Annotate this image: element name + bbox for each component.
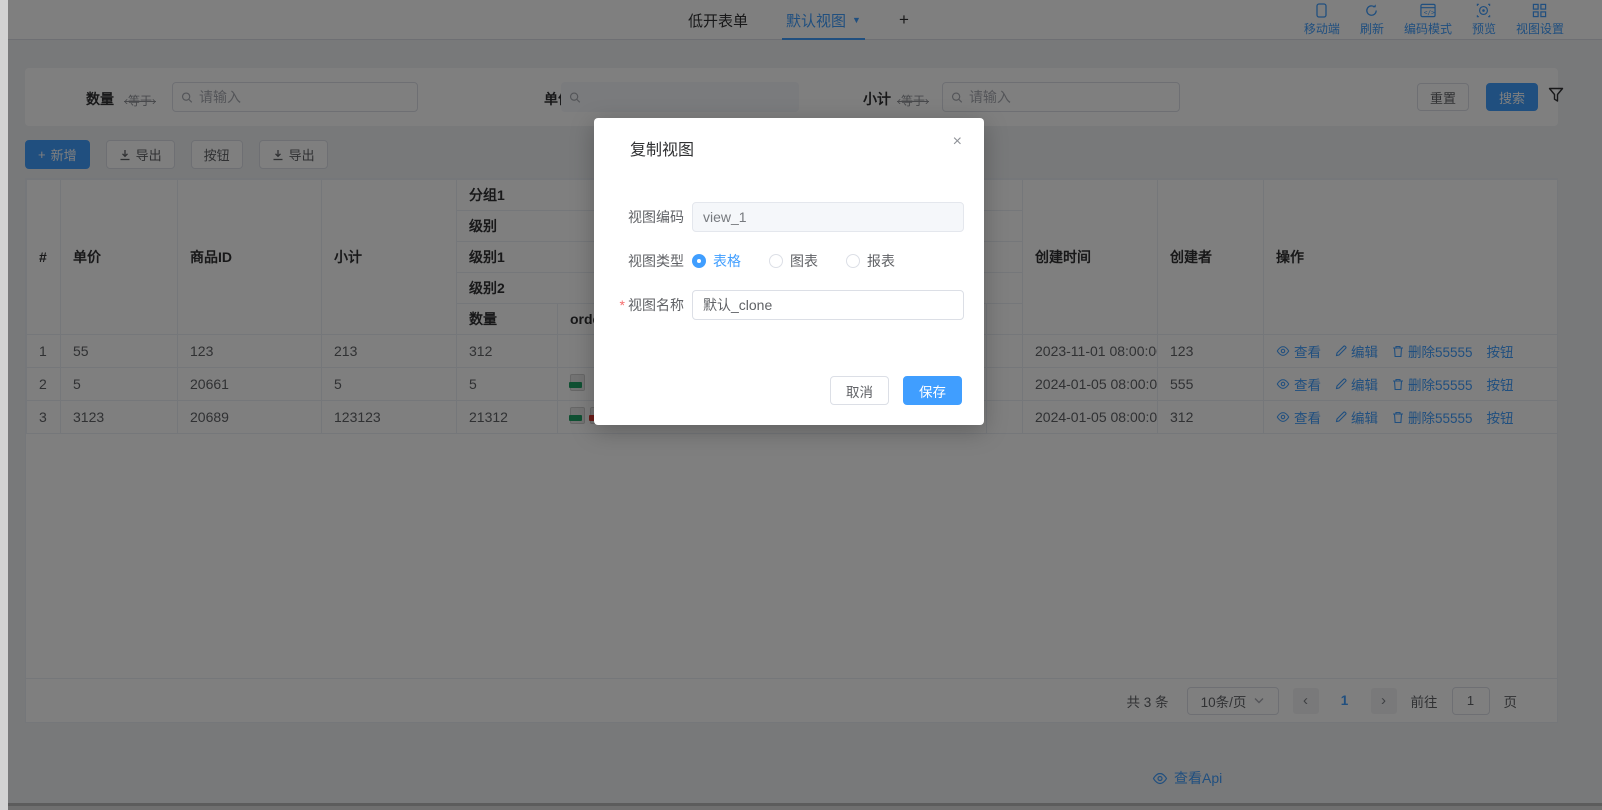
app-window: 低开表单 默认视图 ▼ + 移动端 刷新 </>: [8, 0, 1602, 803]
bottom-edge-strip: [8, 806, 1602, 810]
view-code-label: 视图编码: [594, 207, 684, 227]
radio-dot: [846, 254, 860, 268]
copy-view-dialog: 复制视图 × 视图编码 视图类型 表格 图表: [594, 118, 984, 425]
radio-dot: [769, 254, 783, 268]
view-name-label: *视图名称: [594, 295, 684, 315]
radio-chart[interactable]: 图表: [769, 251, 818, 271]
required-asterisk: *: [620, 297, 625, 313]
view-type-radio-group: 表格 图表 报表: [692, 251, 895, 271]
screen: 低开表单 默认视图 ▼ + 移动端 刷新 </>: [0, 0, 1602, 810]
view-code-input[interactable]: [692, 202, 964, 232]
save-button[interactable]: 保存: [903, 376, 962, 405]
radio-report[interactable]: 报表: [846, 251, 895, 271]
radio-dot: [692, 254, 706, 268]
radio-table[interactable]: 表格: [692, 251, 741, 271]
left-edge-strip: [0, 0, 8, 810]
close-icon[interactable]: ×: [953, 134, 962, 150]
view-name-input[interactable]: [692, 290, 964, 320]
cancel-button[interactable]: 取消: [830, 376, 889, 405]
view-type-label: 视图类型: [594, 251, 684, 271]
dialog-title: 复制视图: [630, 136, 694, 160]
